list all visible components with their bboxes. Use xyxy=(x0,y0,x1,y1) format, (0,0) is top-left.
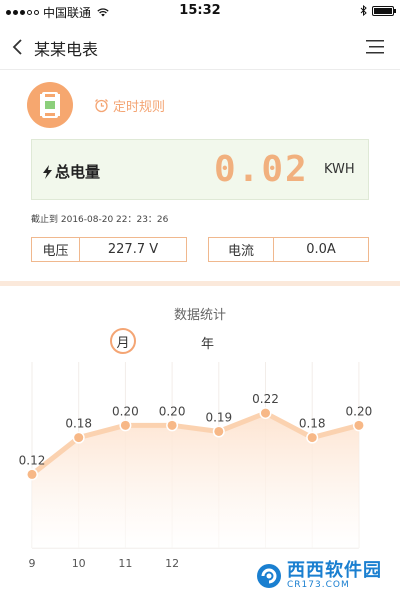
total-energy-value: 0.02 xyxy=(214,149,309,190)
data-point xyxy=(120,420,130,430)
x-tick-label: 10 xyxy=(72,557,86,570)
data-point xyxy=(167,420,177,430)
timer-rule-link[interactable]: 定时规则 xyxy=(94,96,165,115)
navigation-bar: 某某电表 xyxy=(0,24,400,70)
chevron-left-icon[interactable] xyxy=(12,38,24,56)
alarm-clock-icon xyxy=(95,99,108,113)
as-of-timestamp: 截止到 2016-08-20 22：23：26 xyxy=(31,215,169,225)
total-energy-label-group: 总电量 xyxy=(42,161,100,182)
tab-year[interactable]: 年 xyxy=(201,333,214,352)
lightning-bolt-icon xyxy=(43,164,52,179)
battery-icon xyxy=(372,5,396,16)
data-point xyxy=(307,433,317,443)
voltage-box: 电压 227.7 V xyxy=(31,237,187,262)
tab-month[interactable]: 月 xyxy=(110,328,136,354)
data-label: 0.18 xyxy=(299,417,326,431)
x-tick-label: 12 xyxy=(165,557,179,570)
bluetooth-icon xyxy=(360,5,367,16)
data-point xyxy=(74,433,84,443)
watermark-logo-icon xyxy=(257,563,281,588)
switch-device-icon xyxy=(27,82,73,128)
watermark-sub: CR173.COM xyxy=(287,579,350,590)
data-label: 0.18 xyxy=(65,417,92,431)
current-label: 电流 xyxy=(209,238,274,261)
status-right xyxy=(360,5,396,16)
data-point xyxy=(261,408,270,418)
total-energy-unit: KWH xyxy=(324,162,355,177)
total-energy-label: 总电量 xyxy=(55,163,101,181)
section-divider xyxy=(0,281,400,286)
data-label: 0.19 xyxy=(205,410,232,424)
data-label: 0.20 xyxy=(159,404,186,418)
data-point xyxy=(27,469,37,479)
status-bar: 中国联通 15:32 xyxy=(0,0,400,22)
site-watermark: 西西软件园 CR173.COM xyxy=(251,559,386,592)
voltage-label: 电压 xyxy=(32,238,80,261)
total-energy-card: 总电量 0.02 KWH xyxy=(31,139,369,200)
data-label: 0.20 xyxy=(346,404,373,418)
hamburger-menu-icon[interactable] xyxy=(366,39,384,55)
data-label: 0.22 xyxy=(252,392,279,406)
voltage-value: 227.7 V xyxy=(107,242,159,257)
energy-area-chart: 0.12 0.18 0.20 0.20 0.19 0.22 0.18 0.20 9 10 11 12 xyxy=(19,362,373,570)
data-point xyxy=(214,426,224,436)
data-label: 0.20 xyxy=(112,404,139,418)
x-tick-label: 9 xyxy=(29,557,36,570)
data-label: 0.12 xyxy=(19,453,46,467)
current-box: 电流 0.0A xyxy=(208,237,369,262)
status-time: 15:32 xyxy=(179,3,221,18)
stats-title: 数据统计 xyxy=(173,308,226,323)
x-tick-label: 11 xyxy=(118,557,132,570)
current-value: 0.0A xyxy=(306,242,336,257)
page-title: 某某电表 xyxy=(34,40,99,59)
watermark-main: 西西软件园 xyxy=(287,559,382,581)
data-point xyxy=(354,420,364,430)
timer-rule-label: 定时规则 xyxy=(113,100,166,115)
watermark-text: 西西软件园 CR173.COM xyxy=(287,559,382,590)
